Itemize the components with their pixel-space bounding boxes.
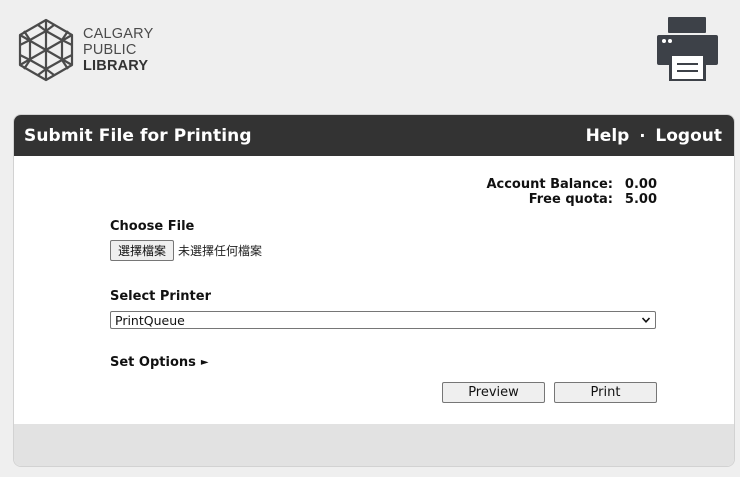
balance-value: 0.00 <box>624 177 657 192</box>
panel-header: Submit File for Printing Help · Logout <box>14 115 734 156</box>
chevron-down-icon <box>641 317 651 323</box>
printer-icon <box>657 17 718 81</box>
logo-line-3: LIBRARY <box>83 58 149 74</box>
page-title: Submit File for Printing <box>24 125 252 146</box>
library-logo[interactable]: CALGARY PUBLIC LIBRARY <box>14 17 154 85</box>
choose-file-label: Choose File <box>110 219 195 234</box>
quota-row: Free quota: 5.00 <box>486 192 657 207</box>
help-link[interactable]: Help <box>586 126 630 146</box>
preview-button[interactable]: Preview <box>442 382 545 403</box>
choose-file-button[interactable]: 選擇檔案 <box>110 240 175 261</box>
triangle-right-icon: ► <box>200 357 209 368</box>
print-panel: Submit File for Printing Help · Logout A… <box>14 115 734 466</box>
select-printer-label: Select Printer <box>110 289 211 304</box>
panel-footer <box>14 424 734 466</box>
file-input: 選擇檔案 未選擇任何檔案 <box>110 240 262 261</box>
logo-wordmark: CALGARY PUBLIC LIBRARY <box>83 26 153 74</box>
quota-value: 5.00 <box>624 192 657 207</box>
logout-link[interactable]: Logout <box>655 126 722 146</box>
header-links: Help · Logout <box>586 126 722 146</box>
logo-line-1: CALGARY <box>83 26 154 42</box>
printer-select-value: PrintQueue <box>115 312 185 328</box>
balance-row: Account Balance: 0.00 <box>486 177 657 192</box>
set-options-toggle[interactable]: Set Options ► <box>110 355 209 370</box>
balance-label: Account Balance: <box>486 177 613 192</box>
set-options-label: Set Options <box>110 355 196 370</box>
logo-line-2: PUBLIC <box>83 42 137 58</box>
print-button[interactable]: Print <box>554 382 657 403</box>
panel-body: Account Balance: 0.00 Free quota: 5.00 C… <box>14 156 734 424</box>
file-status: 未選擇任何檔案 <box>178 244 263 258</box>
snowflake-logo-icon <box>18 18 74 82</box>
quota-label: Free quota: <box>528 192 613 207</box>
header-separator: · <box>639 126 646 145</box>
account-summary: Account Balance: 0.00 Free quota: 5.00 <box>486 177 657 207</box>
printer-select[interactable]: PrintQueue <box>110 311 656 329</box>
